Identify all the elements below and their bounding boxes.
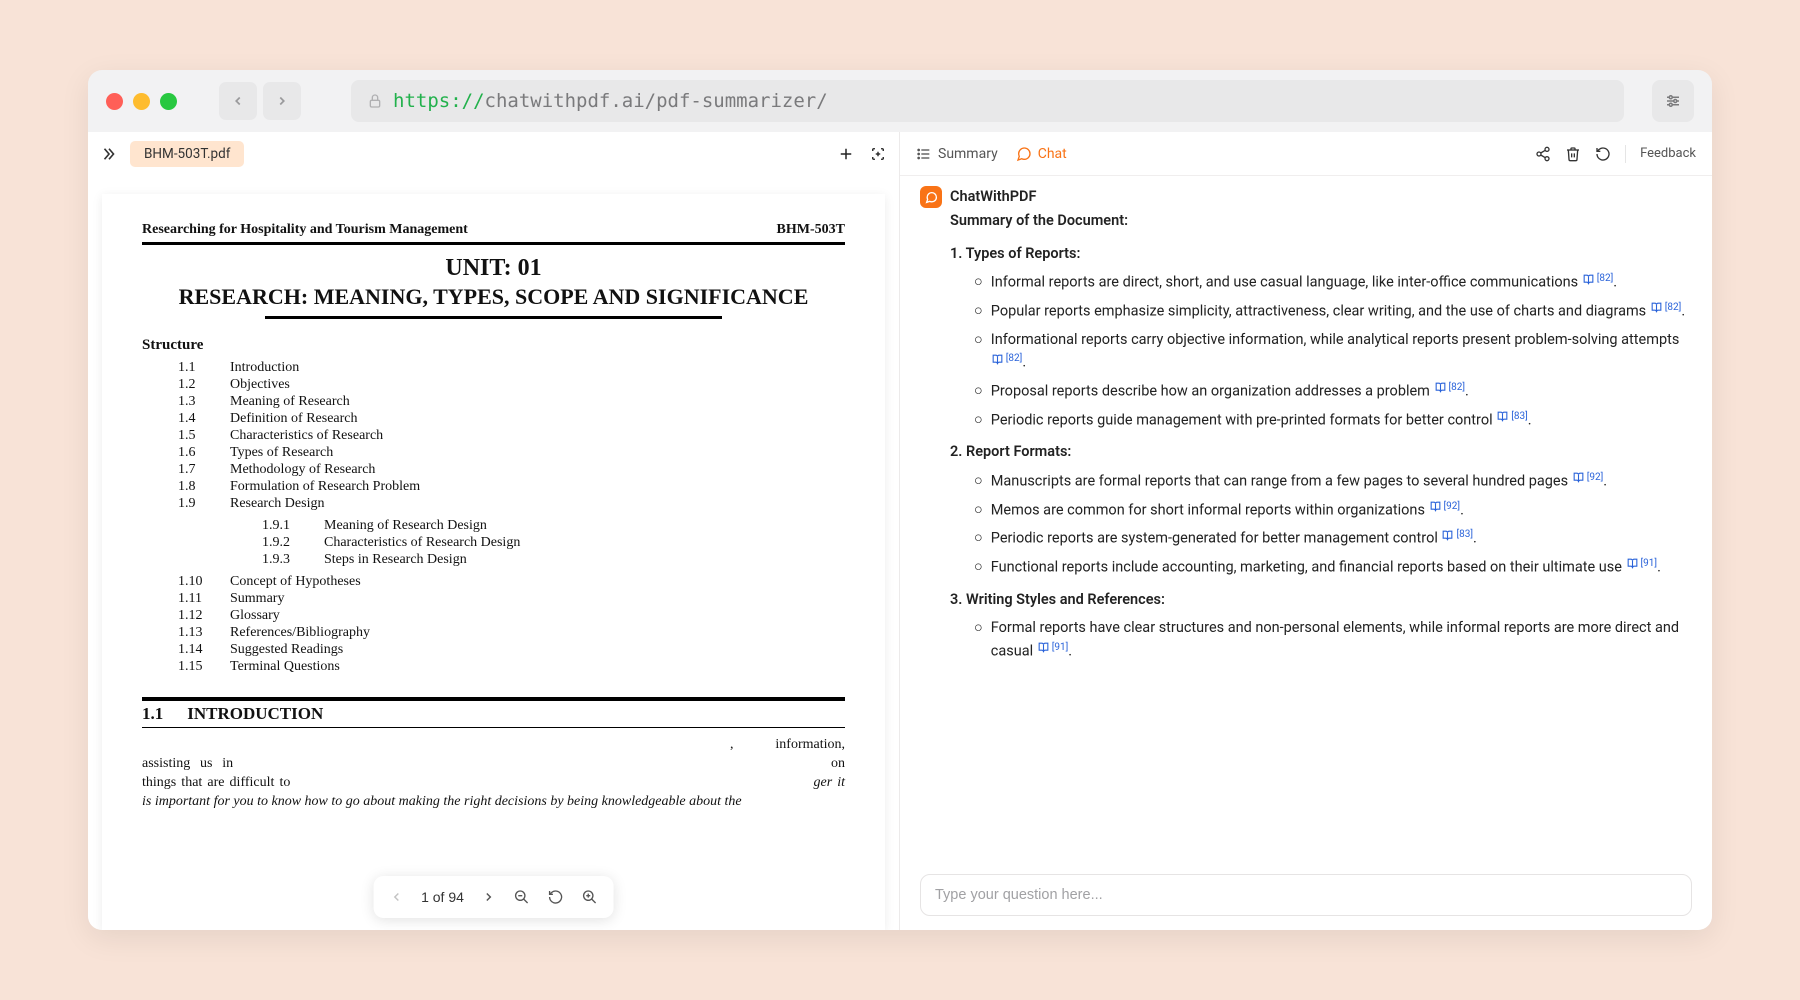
bot-avatar-icon [920,186,942,208]
doc-title: RESEARCH: MEANING, TYPES, SCOPE AND SIGN… [142,284,845,310]
lock-icon [367,93,383,109]
doc-running-head-right: BHM-503T [777,222,845,238]
summary-item: ○Formal reports have clear structures an… [974,617,1692,662]
next-page-button[interactable] [482,890,496,904]
forward-button[interactable] [263,82,301,120]
share-button[interactable] [1535,146,1551,162]
citation-link[interactable]: [83] [1441,527,1473,543]
summary-section-heading: 1. Types of Reports: [950,243,1692,265]
summary-item: ○Manuscripts are formal reports that can… [974,470,1692,493]
doc-body-text: xxxxxxxxxxxxxxxxxxxxxxxxxxxxxxxxxxxxxxxx… [142,736,845,812]
section-heading: 1.1INTRODUCTION [142,701,845,728]
chat-pane: Summary Chat Feedback [900,132,1712,930]
summary-item: ○Memos are common for short informal rep… [974,499,1692,522]
reset-zoom-button[interactable] [548,889,564,905]
structure-heading: Structure [142,337,845,354]
page-indicator: 1 of 94 [421,889,464,905]
toc-entry: 1.10Concept of Hypotheses [178,574,845,590]
toc-entry: 1.3Meaning of Research [178,394,845,410]
page-toolbar: 1 of 94 [373,876,614,918]
summary-section-heading: 3. Writing Styles and References: [950,589,1692,611]
toc-entry: 1.9.1Meaning of Research Design [262,518,845,534]
citation-link[interactable]: [92] [1429,499,1461,515]
tab-chat[interactable]: Chat [1016,146,1067,162]
toc-entry: 1.11Summary [178,591,845,607]
pdf-viewer[interactable]: Researching for Hospitality and Tourism … [88,176,899,930]
summary-item: ○Functional reports include accounting, … [974,556,1692,579]
prev-page-button[interactable] [389,890,403,904]
pdf-page: Researching for Hospitality and Tourism … [102,194,885,930]
toc-entry: 1.6Types of Research [178,445,845,461]
browser-settings-button[interactable] [1652,80,1694,122]
address-bar[interactable]: https://chatwithpdf.ai/pdf-summarizer/ [351,80,1624,122]
toc-entry: 1.4Definition of Research [178,411,845,427]
back-button[interactable] [219,82,257,120]
summary-section-heading: 2. Report Formats: [950,441,1692,463]
window-controls [106,93,177,110]
zoom-in-button[interactable] [582,889,598,905]
url-text: https://chatwithpdf.ai/pdf-summarizer/ [393,90,828,112]
summary-item: ○Informal reports are direct, short, and… [974,271,1692,294]
citation-link[interactable]: [91] [1626,556,1658,572]
summary-item: ○Periodic reports guide management with … [974,409,1692,432]
doc-running-head-left: Researching for Hospitality and Tourism … [142,222,468,238]
minimize-window-icon[interactable] [133,93,150,110]
toc-entry: 1.9.2Characteristics of Research Design [262,535,845,551]
selection-tool-icon[interactable] [869,145,887,163]
toc-entry: 1.14Suggested Readings [178,642,845,658]
citation-link[interactable]: [82] [1434,380,1466,396]
app-content: BHM-503T.pdf Researching for Hospitality… [88,132,1712,930]
citation-link[interactable]: [82] [991,351,1023,367]
summary-item: ○Popular reports emphasize simplicity, a… [974,300,1692,323]
chat-input-area [900,866,1712,930]
close-window-icon[interactable] [106,93,123,110]
toc-entry: 1.12Glossary [178,608,845,624]
toc-entry: 1.1Introduction [178,360,845,376]
doc-unit: UNIT: 01 [142,255,845,282]
toc: 1.1Introduction1.2Objectives1.3Meaning o… [178,360,845,512]
browser-window: https://chatwithpdf.ai/pdf-summarizer/ B… [88,70,1712,930]
citation-link[interactable]: [91] [1037,640,1069,656]
citation-link[interactable]: [83] [1496,409,1528,425]
summary-item: ○Periodic reports are system-generated f… [974,527,1692,550]
chat-input[interactable] [920,874,1692,916]
browser-toolbar: https://chatwithpdf.ai/pdf-summarizer/ [88,70,1712,132]
delete-button[interactable] [1565,146,1581,162]
toc-entry: 1.2Objectives [178,377,845,393]
citation-link[interactable]: [92] [1572,470,1604,486]
citation-link[interactable]: [82] [1650,300,1682,316]
summary-item: ○Proposal reports describe how an organi… [974,380,1692,403]
citation-link[interactable]: [82] [1582,271,1614,287]
chat-tabs: Summary Chat Feedback [900,132,1712,176]
nav-buttons [219,82,301,120]
zoom-out-button[interactable] [514,889,530,905]
toc-entry: 1.15Terminal Questions [178,659,845,675]
document-pane: BHM-503T.pdf Researching for Hospitality… [88,132,900,930]
bot-name: ChatWithPDF [950,186,1036,208]
toc-entry: 1.8Formulation of Research Problem [178,479,845,495]
toc-tail: 1.10Concept of Hypotheses1.11Summary1.12… [178,574,845,675]
toc-entry: 1.9Research Design [178,496,845,512]
summary-list: 1. Types of Reports: ○Informal reports ar… [950,243,1692,663]
refresh-button[interactable] [1595,146,1611,162]
summary-item: ○Informational reports carry objective i… [974,329,1692,374]
add-tab-button[interactable] [837,145,855,163]
file-tab[interactable]: BHM-503T.pdf [130,141,244,167]
toc-entry: 1.5Characteristics of Research [178,428,845,444]
expand-sidebar-icon[interactable] [100,145,118,163]
feedback-link[interactable]: Feedback [1640,146,1696,161]
toc-sub: 1.9.1Meaning of Research Design1.9.2Char… [262,518,845,568]
toc-entry: 1.9.3Steps in Research Design [262,552,845,568]
chat-messages: ChatWithPDF Summary of the Document: 1. … [900,176,1712,866]
maximize-window-icon[interactable] [160,93,177,110]
document-tabbar: BHM-503T.pdf [88,132,899,176]
toc-entry: 1.7Methodology of Research [178,462,845,478]
toc-entry: 1.13References/Bibliography [178,625,845,641]
summary-heading: Summary of the Document: [950,210,1692,232]
tab-summary[interactable]: Summary [916,146,998,162]
